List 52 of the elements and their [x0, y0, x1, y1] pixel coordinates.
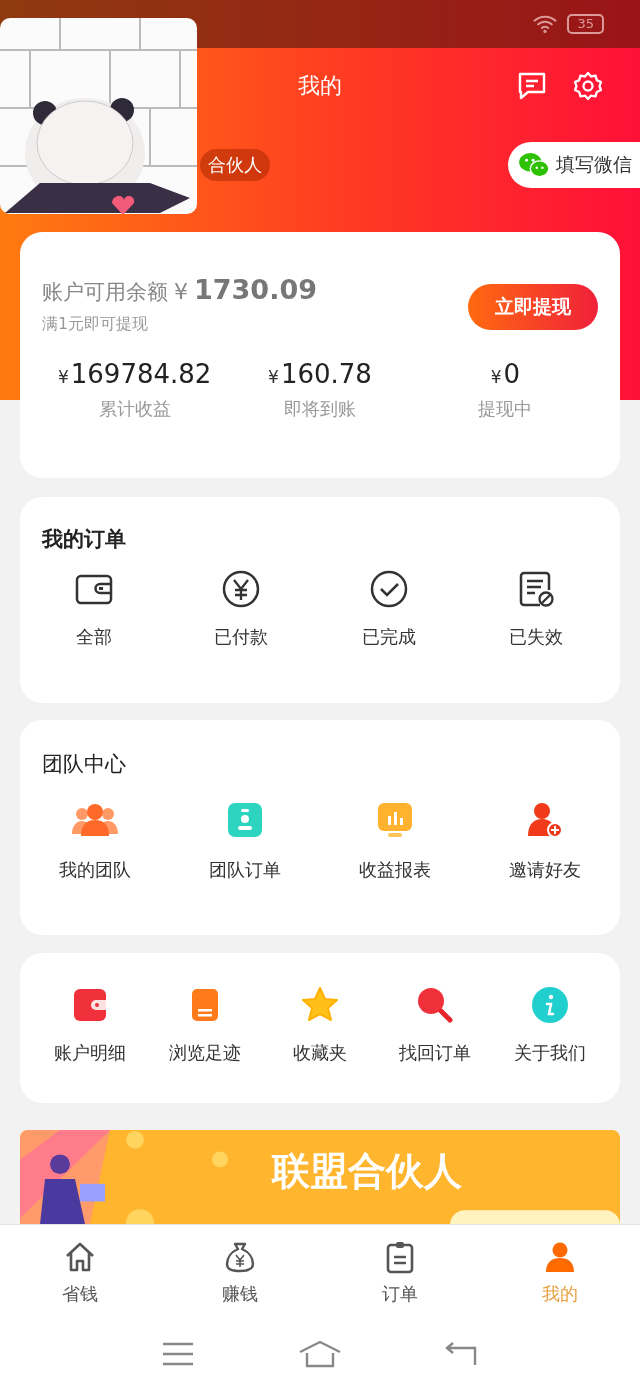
page-title: 我的	[298, 72, 342, 100]
search-icon	[415, 985, 456, 1025]
stat-value: 0	[503, 359, 520, 389]
id-card-icon	[225, 800, 265, 840]
money-bag-icon	[223, 1240, 257, 1274]
info-icon	[530, 985, 571, 1025]
stat-label: 提现中	[478, 397, 533, 421]
currency-sign: ¥	[490, 367, 502, 387]
tab[interactable]: 省钱	[0, 1225, 160, 1321]
message-icon[interactable]	[516, 70, 548, 102]
stat-label: 累计收益	[98, 397, 171, 421]
currency-sign: ¥	[268, 367, 279, 387]
currency-sign: ¥	[57, 367, 69, 387]
chart-monitor-icon	[375, 800, 415, 840]
currency-sign: ¥	[174, 279, 188, 304]
banner-title: 联盟合伙人	[272, 1148, 462, 1195]
tool-menu-item[interactable]: 找回订单	[399, 985, 472, 1065]
section-title: 团队中心	[42, 752, 126, 776]
stat-value: 169784.82	[70, 359, 212, 389]
tool-menu-item[interactable]: 账户明细	[53, 985, 126, 1065]
balance-amount: 1730.09	[194, 274, 317, 305]
wifi-icon	[533, 14, 558, 34]
person-icon	[543, 1240, 577, 1274]
withdraw-hint: 满1元即可提现	[42, 314, 150, 335]
tool-menu-item[interactable]: 收藏夹	[293, 985, 347, 1065]
team-menu-item[interactable]: 我的团队	[59, 800, 131, 882]
order-filter[interactable]: 已付款	[214, 569, 269, 649]
battery-icon: 35	[567, 14, 604, 34]
tool-menu-item[interactable]: 浏览足迹	[168, 985, 241, 1065]
stat-label: 即将到账	[284, 397, 356, 421]
tab[interactable]: 赚钱	[160, 1225, 320, 1321]
withdraw-button[interactable]: 立即提现	[468, 284, 598, 330]
section-title: 我的订单	[42, 527, 126, 551]
order-filter[interactable]: 已完成	[361, 569, 416, 649]
home-icon[interactable]	[298, 1339, 342, 1368]
tool-menu-item[interactable]: 关于我们	[514, 985, 587, 1065]
tab[interactable]: 订单	[320, 1225, 480, 1321]
team-menu-item[interactable]: 邀请好友	[509, 800, 581, 882]
order-filter[interactable]: 已失效	[509, 569, 564, 649]
menu-icon[interactable]	[161, 1340, 196, 1367]
balance-label: 账户可用余额	[42, 279, 168, 306]
settings-icon[interactable]	[572, 70, 604, 102]
wechat-button[interactable]: 填写微信	[508, 142, 640, 188]
check-icon	[368, 569, 409, 609]
yen-icon	[221, 569, 262, 609]
team-menu-item[interactable]: 团队订单	[209, 800, 281, 882]
stat-value: 160.78	[280, 359, 372, 389]
team-menu-item[interactable]: 收益报表	[359, 800, 431, 882]
back-icon[interactable]	[444, 1340, 479, 1367]
role-badge: 合伙人	[200, 149, 270, 181]
chat-bubbles-icon	[518, 152, 550, 178]
order-filter[interactable]: 全部	[73, 569, 114, 649]
